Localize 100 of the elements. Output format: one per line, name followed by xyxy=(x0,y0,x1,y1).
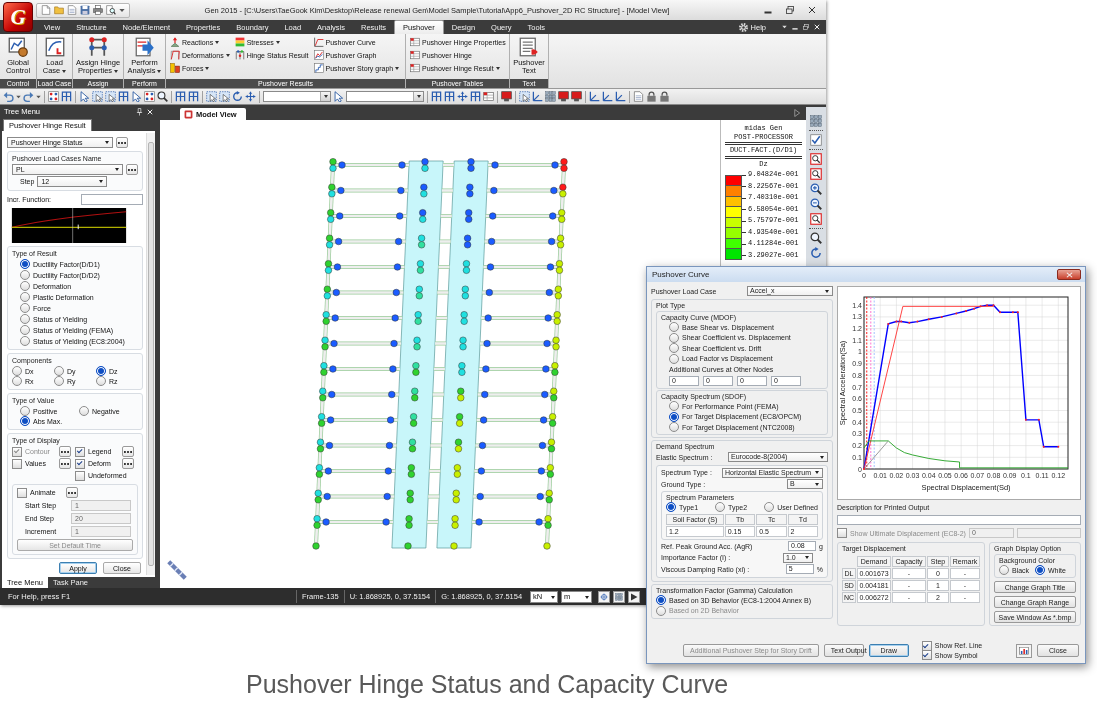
monitor-icon[interactable] xyxy=(501,91,512,102)
caret-icon[interactable] xyxy=(782,25,787,29)
text-field[interactable] xyxy=(1016,528,1081,539)
zoom-in-icon[interactable] xyxy=(810,183,822,195)
table-icon[interactable] xyxy=(483,91,494,102)
more-button[interactable] xyxy=(122,458,134,469)
cursor-icon[interactable] xyxy=(131,91,142,102)
close-button[interactable] xyxy=(1057,269,1081,280)
document-icon[interactable] xyxy=(633,91,644,102)
selection-box-icon[interactable] xyxy=(519,91,530,102)
chart-button[interactable] xyxy=(1016,643,1032,658)
magnifier-icon[interactable] xyxy=(810,232,822,244)
padlock-icon[interactable] xyxy=(646,91,657,102)
data-point-marker xyxy=(965,310,967,313)
ellipsis-icon xyxy=(61,450,69,453)
zoom-window-icon[interactable] xyxy=(810,153,822,165)
force-diagram-icon xyxy=(170,63,180,73)
magnifier-icon[interactable] xyxy=(157,91,168,102)
data-point-marker xyxy=(908,321,911,324)
pin-icon[interactable] xyxy=(136,107,143,116)
close-icon xyxy=(1065,271,1073,278)
move-arrows-icon[interactable] xyxy=(245,91,256,102)
caret-icon[interactable] xyxy=(119,7,125,13)
data-point-marker xyxy=(955,312,958,315)
vertical-scrollbar[interactable] xyxy=(146,133,155,575)
redo-icon[interactable] xyxy=(23,91,34,102)
frame-icon[interactable] xyxy=(444,91,455,102)
print-preview-icon[interactable] xyxy=(106,5,116,15)
cursor-icon[interactable] xyxy=(79,91,90,102)
model-view-icon xyxy=(184,109,193,119)
axes-icon[interactable] xyxy=(589,91,600,102)
rotate-icon[interactable] xyxy=(810,247,822,259)
app-logo[interactable]: G xyxy=(3,2,33,32)
caret-icon[interactable] xyxy=(16,94,21,99)
play-icon[interactable] xyxy=(628,590,641,603)
data-point-marker xyxy=(1057,445,1060,448)
selection-box-icon[interactable] xyxy=(206,91,217,102)
monitor-icon[interactable] xyxy=(558,91,569,102)
close-icon[interactable] xyxy=(808,6,816,14)
zoom-window-icon[interactable] xyxy=(810,213,822,225)
axes-icon[interactable] xyxy=(602,91,613,102)
padlock-icon[interactable] xyxy=(659,91,670,102)
table-icon xyxy=(410,63,420,73)
document-chart-icon xyxy=(44,37,65,57)
step-chart-icon xyxy=(313,63,324,73)
data-point-marker xyxy=(973,307,976,310)
cursor-icon[interactable] xyxy=(333,91,344,102)
restore-icon[interactable] xyxy=(786,6,794,14)
data-point-marker xyxy=(916,320,919,323)
node-grid-icon[interactable] xyxy=(144,91,155,102)
data-point-marker xyxy=(927,318,930,321)
frame-icon[interactable] xyxy=(470,91,481,102)
combo-box[interactable] xyxy=(263,91,331,102)
move-arrows-icon[interactable] xyxy=(457,91,468,102)
striped-bar-icon xyxy=(165,558,189,582)
frame-hinge-icon xyxy=(88,37,108,57)
undo-icon[interactable] xyxy=(3,91,14,102)
rotate-icon[interactable] xyxy=(232,91,243,102)
monitor-icon[interactable] xyxy=(571,91,582,102)
curve-chart-icon xyxy=(313,37,324,47)
selection-box-icon[interactable] xyxy=(219,91,230,102)
hinge-frame-icon xyxy=(234,50,245,60)
frame-icon[interactable] xyxy=(175,91,186,102)
more-button[interactable] xyxy=(65,487,78,498)
deformed-frame-icon xyxy=(170,50,180,60)
combo-box[interactable] xyxy=(346,91,424,102)
grid-icon[interactable] xyxy=(613,590,626,603)
gear-icon[interactable] xyxy=(738,22,748,32)
more-button[interactable] xyxy=(122,446,134,457)
axes-icon[interactable] xyxy=(532,91,543,102)
right-arrow-icon[interactable] xyxy=(794,108,800,117)
data-point-marker xyxy=(1042,445,1045,448)
caret-icon[interactable] xyxy=(36,94,41,99)
more-button[interactable] xyxy=(126,164,138,175)
frame-icon[interactable] xyxy=(118,91,129,102)
frame-icon[interactable] xyxy=(188,91,199,102)
frame-icon[interactable] xyxy=(431,91,442,102)
more-button[interactable] xyxy=(59,458,71,469)
crosshair-icon[interactable] xyxy=(598,590,611,603)
printer-icon[interactable] xyxy=(93,5,103,15)
description-field[interactable] xyxy=(837,515,1081,525)
axes-icon[interactable] xyxy=(615,91,626,102)
data-point-marker xyxy=(992,304,995,307)
table-icon xyxy=(410,37,420,47)
data-point-marker xyxy=(887,322,890,325)
checklist-icon[interactable] xyxy=(810,134,822,146)
chart-gear-icon xyxy=(8,37,28,57)
text-field[interactable] xyxy=(81,194,143,205)
more-button[interactable] xyxy=(116,137,128,148)
data-point-marker xyxy=(940,315,943,318)
ellipsis-icon xyxy=(118,141,126,144)
data-point-marker xyxy=(895,320,898,323)
node-grid-icon[interactable] xyxy=(48,91,59,102)
frame-icon[interactable] xyxy=(61,91,72,102)
zoom-out-icon[interactable] xyxy=(810,198,822,210)
selection-box-icon[interactable] xyxy=(92,91,103,102)
selection-box-icon[interactable] xyxy=(105,91,116,102)
zoom-window-icon[interactable] xyxy=(810,168,822,180)
restore-icon[interactable] xyxy=(803,24,809,30)
caption-text: Pushover Hinge Status and Capacity Curve xyxy=(246,670,729,699)
